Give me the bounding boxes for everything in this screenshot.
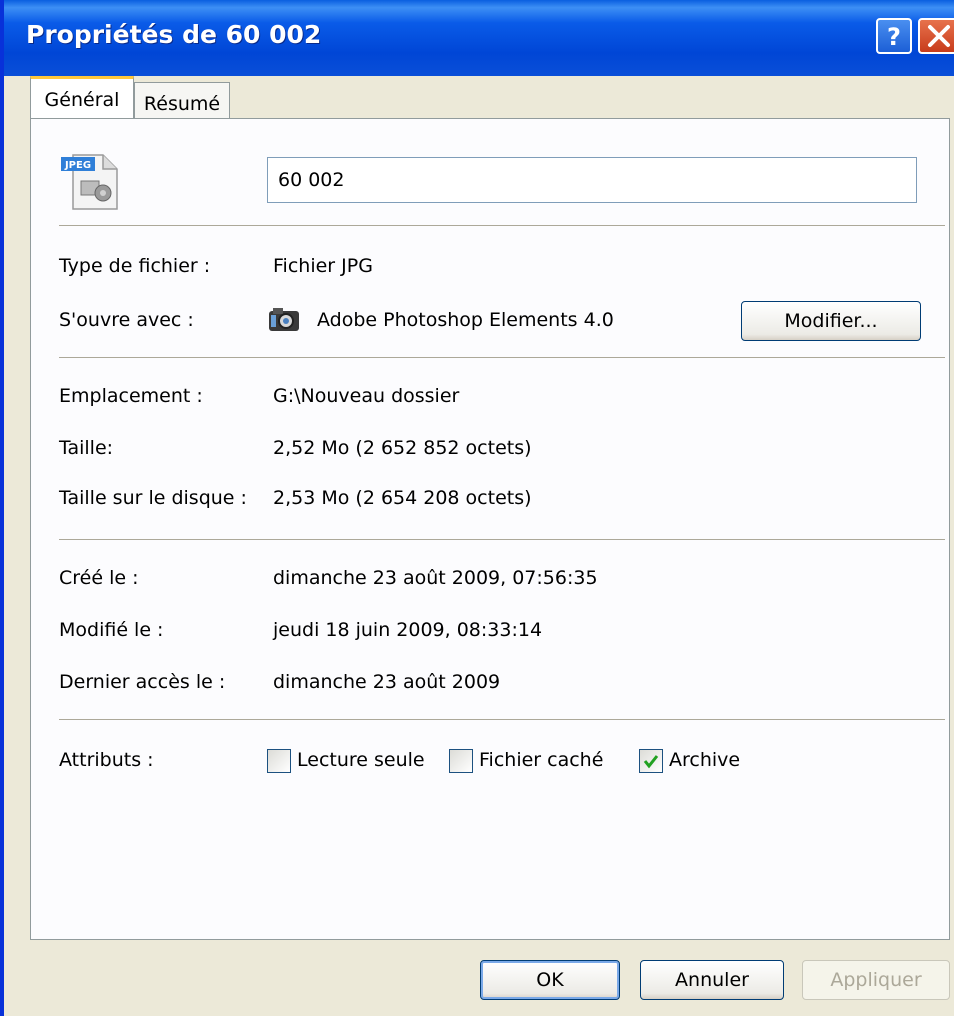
tab-general-label: Général — [44, 89, 120, 111]
accessed-label: Dernier accès le : — [59, 671, 226, 693]
archive-label: Archive — [669, 749, 741, 771]
read-only-checkbox-box[interactable] — [267, 749, 291, 773]
tab-general[interactable]: Général — [30, 76, 134, 120]
attributes-label: Attributs : — [59, 749, 154, 771]
disk-size-value: 2,53 Mo (2 654 208 octets) — [273, 487, 532, 509]
photoshop-elements-icon — [267, 305, 301, 335]
modified-label: Modifié le : — [59, 619, 164, 641]
close-icon — [928, 25, 950, 47]
archive-checkbox[interactable]: Archive — [639, 749, 759, 777]
separator — [59, 357, 945, 358]
svg-text:JPEG: JPEG — [64, 160, 91, 171]
ok-button[interactable]: OK — [480, 960, 620, 1000]
check-mark-icon — [643, 755, 659, 769]
hidden-checkbox[interactable]: Fichier caché — [449, 749, 619, 777]
separator — [59, 719, 945, 720]
modified-value: jeudi 18 juin 2009, 08:33:14 — [273, 619, 543, 641]
file-name-input[interactable] — [267, 157, 917, 203]
size-label: Taille: — [59, 437, 114, 459]
disk-size-label: Taille sur le disque : — [59, 487, 247, 509]
title-bar[interactable]: Propriétés de 60 002 ? — [4, 0, 954, 76]
opens-with-label: S'ouvre avec : — [59, 309, 194, 331]
hidden-checkbox-box[interactable] — [449, 749, 473, 773]
change-app-button[interactable]: Modifier... — [741, 301, 921, 341]
location-label: Emplacement : — [59, 385, 203, 407]
archive-checkbox-box[interactable] — [639, 749, 663, 773]
size-value: 2,52 Mo (2 652 852 octets) — [273, 437, 532, 459]
cancel-button[interactable]: Annuler — [640, 960, 784, 1000]
tab-resume[interactable]: Résumé — [134, 82, 230, 122]
apply-button[interactable]: Appliquer — [802, 960, 950, 1000]
help-icon: ? — [887, 23, 901, 51]
help-button[interactable]: ? — [876, 18, 912, 54]
separator — [59, 225, 945, 226]
file-type-label: Type de fichier : — [59, 255, 211, 277]
svg-text:?: ? — [887, 23, 901, 51]
file-type-value: Fichier JPG — [273, 255, 373, 277]
opens-with-app: Adobe Photoshop Elements 4.0 — [317, 309, 614, 331]
tab-resume-label: Résumé — [143, 93, 221, 115]
accessed-value: dimanche 23 août 2009 — [273, 671, 501, 693]
location-value: G:\Nouveau dossier — [273, 385, 460, 407]
read-only-checkbox[interactable]: Lecture seule — [267, 749, 437, 777]
properties-dialog: Propriétés de 60 002 ? Général Résumé JP… — [0, 0, 954, 1016]
separator — [59, 539, 945, 540]
jpeg-file-icon: JPEG — [59, 149, 123, 213]
general-panel: JPEG Type de fichier : Fichier JPG S'ouv… — [30, 118, 950, 940]
close-button[interactable] — [918, 18, 954, 54]
created-value: dimanche 23 août 2009, 07:56:35 — [273, 567, 598, 589]
created-label: Créé le : — [59, 567, 139, 589]
hidden-label: Fichier caché — [479, 749, 604, 771]
read-only-label: Lecture seule — [297, 749, 425, 771]
window-title: Propriétés de 60 002 — [26, 20, 322, 49]
